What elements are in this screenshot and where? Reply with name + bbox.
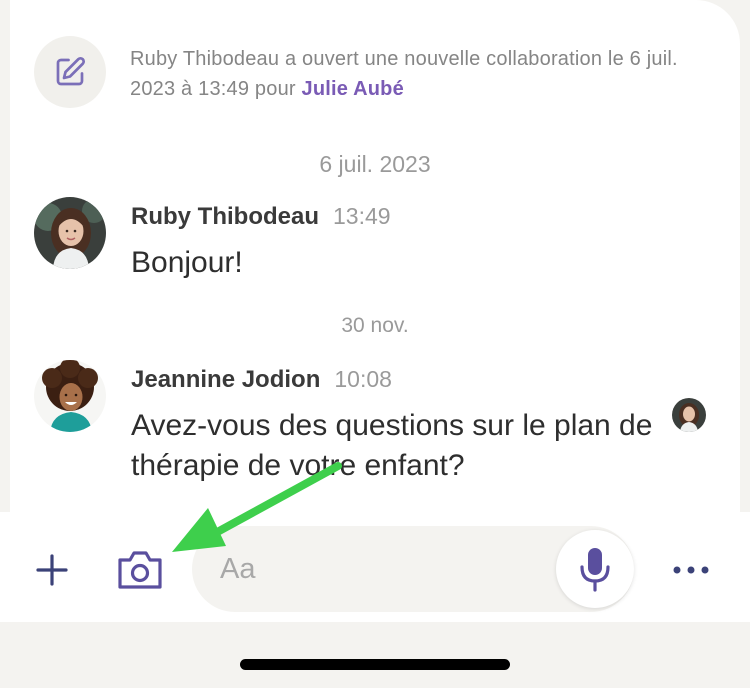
more-icon [673,566,709,574]
author-name: Jeannine Jodion [131,366,321,393]
microphone-button[interactable] [556,530,634,608]
avatar[interactable] [34,360,106,432]
edit-note-icon [34,36,106,108]
camera-icon [118,551,162,589]
message-input[interactable] [220,548,540,590]
mention-link[interactable]: Julie Aubé [302,78,404,100]
event-text: Ruby Thibodeau a ouvert une nouvelle col… [130,44,720,104]
add-attachment-button[interactable] [32,550,72,590]
date-separator: 6 juil. 2023 [319,151,431,177]
microphone-icon [580,548,610,592]
author-name: Ruby Thibodeau [131,203,319,230]
chat-panel: Ruby Thibodeau a ouvert une nouvelle col… [10,0,740,512]
avatar[interactable] [34,197,106,269]
camera-button[interactable] [112,542,168,598]
message-input-container [192,526,634,612]
message-time: 13:49 [333,203,391,229]
message-time: 10:08 [334,366,392,392]
composer-bar [0,512,750,622]
message-text: Bonjour! [131,246,243,279]
message-header: Jeannine Jodion 10:08 [131,366,392,394]
read-receipt-avatar [672,398,706,432]
plus-icon [36,554,68,586]
message-text: Avez-vous des questions sur le plan de t… [131,409,653,482]
home-indicator [240,659,510,670]
more-options-button[interactable] [664,550,718,590]
message-header: Ruby Thibodeau 13:49 [131,203,391,231]
date-separator: 30 nov. [341,314,409,337]
